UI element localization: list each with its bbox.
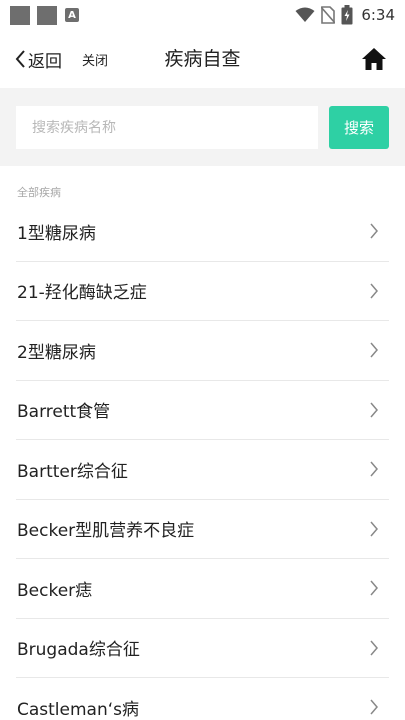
close-button[interactable]: 关闭 — [82, 44, 108, 74]
disease-list: 1型糖尿病 21-羟化酶缺乏症 2型糖尿病 Barrett食管 Bartter综… — [0, 202, 405, 720]
list-item[interactable]: 21-羟化酶缺乏症 — [16, 262, 389, 321]
list-item[interactable]: 1型糖尿病 — [16, 202, 389, 262]
list-item[interactable]: Castleman‘s病 — [16, 678, 389, 720]
list-item[interactable]: Becker型肌营养不良症 — [16, 500, 389, 559]
list-item-label: 2型糖尿病 — [17, 342, 96, 363]
list-item[interactable]: Brugada综合征 — [16, 619, 389, 678]
nav-bar: 返回 关闭 疾病自查 — [0, 30, 405, 88]
status-bar: A 6:34 — [0, 0, 405, 30]
back-button[interactable]: 返回 — [14, 44, 62, 74]
chevron-right-icon — [370, 223, 378, 239]
list-item-label: Becker型肌营养不良症 — [17, 521, 195, 542]
chevron-right-icon — [370, 699, 378, 715]
list-item-label: Becker痣 — [17, 580, 93, 601]
clock: 6:34 — [361, 6, 395, 24]
chevron-right-icon — [370, 640, 378, 656]
list-item-label: 1型糖尿病 — [17, 223, 96, 244]
list-item[interactable]: 2型糖尿病 — [16, 321, 389, 381]
list-item-label: Brugada综合征 — [17, 640, 140, 661]
notification-a-icon: A — [65, 8, 79, 22]
search-area: 搜索 — [0, 88, 405, 166]
home-button[interactable] — [361, 46, 387, 72]
list-item-label: Barrett食管 — [17, 402, 111, 423]
wifi-icon — [295, 7, 315, 22]
list-item-label: Castleman‘s病 — [17, 699, 140, 720]
search-button[interactable]: 搜索 — [329, 106, 389, 149]
no-sim-icon — [321, 6, 336, 24]
chevron-right-icon — [370, 402, 378, 418]
search-input[interactable] — [16, 106, 318, 149]
list-item[interactable]: Barrett食管 — [16, 381, 389, 440]
chevron-left-icon — [15, 50, 25, 68]
chevron-right-icon — [370, 342, 378, 358]
battery-icon — [341, 5, 353, 25]
section-label: 全部疾病 — [17, 186, 61, 199]
back-label: 返回 — [28, 51, 62, 72]
list-item-label: Bartter综合征 — [17, 461, 128, 482]
home-icon — [362, 48, 386, 70]
list-item[interactable]: Bartter综合征 — [16, 440, 389, 500]
notification-square-icon — [10, 5, 30, 25]
chevron-right-icon — [370, 580, 378, 596]
list-item-label: 21-羟化酶缺乏症 — [17, 283, 147, 304]
list-item[interactable]: Becker痣 — [16, 559, 389, 619]
notification-square-icon — [37, 5, 57, 25]
chevron-right-icon — [370, 461, 378, 477]
chevron-right-icon — [370, 521, 378, 537]
status-icons: 6:34 — [295, 4, 395, 26]
chevron-right-icon — [370, 283, 378, 299]
